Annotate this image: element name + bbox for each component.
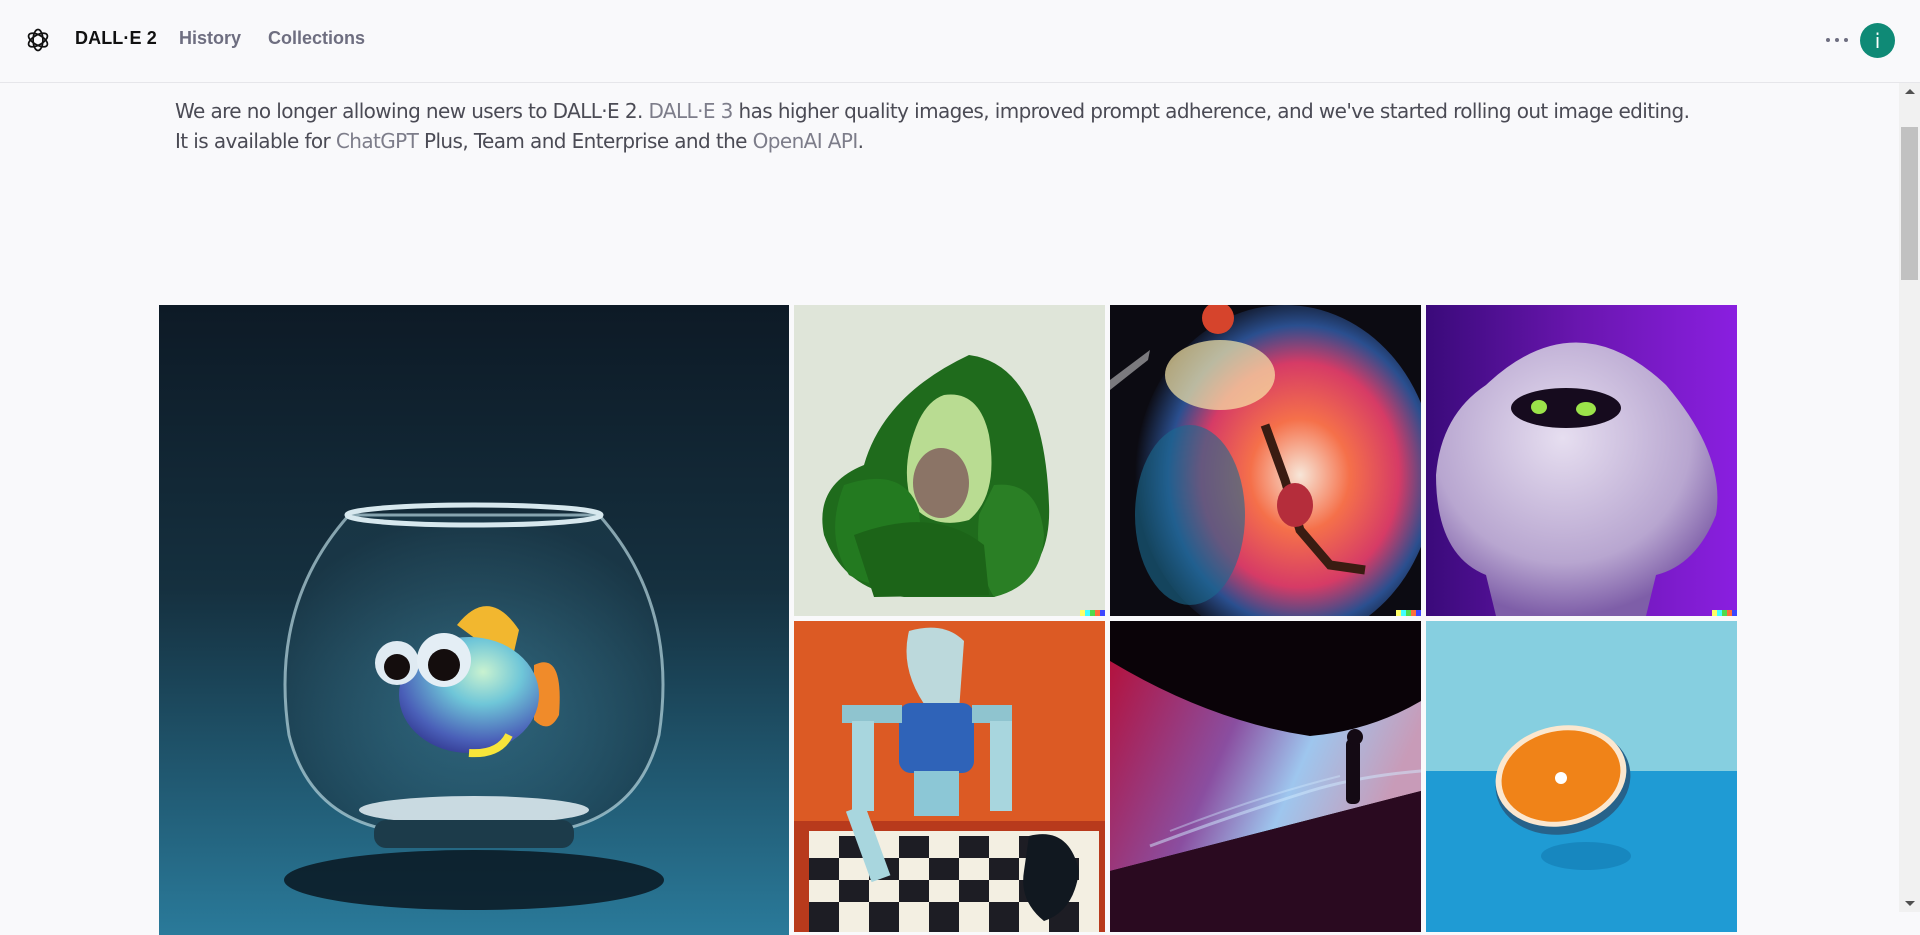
scroll-down-button[interactable] [1899,895,1920,912]
vertical-scrollbar[interactable] [1899,83,1920,912]
more-options-button[interactable] [1826,30,1848,50]
nav-history-link[interactable]: History [179,28,241,49]
scroll-up-button[interactable] [1899,83,1920,100]
more-dot [1835,38,1839,42]
avocado-chair-image [794,305,1105,616]
more-horizontal-icon [1826,38,1830,42]
gallery-image-fluffy-monster[interactable] [1426,305,1737,616]
gallery-image-avocado-chair[interactable] [794,305,1105,616]
chatgpt-link[interactable]: ChatGPT [336,129,419,153]
dalle-signature [1396,610,1421,616]
dalle-signature [1712,610,1737,616]
orange-image [1426,621,1737,932]
dalle-signature [1080,610,1105,616]
gallery-image-robot-chess[interactable] [794,621,1105,932]
notice-text: Plus, Team and Enterprise and the [418,129,753,153]
gallery-image-orange[interactable] [1426,621,1737,932]
dalle3-link[interactable]: DALL·E 3 [648,99,733,123]
neon-dunes-image [1110,621,1421,932]
top-navigation-bar: DALL·E 2 History Collections i [0,0,1920,83]
more-dot [1844,38,1848,42]
scroll-down-arrow-icon [1904,901,1915,906]
robot-chess-image [794,621,1105,932]
deprecation-notice: We are no longer allowing new users to D… [175,96,1695,156]
nebula-dunk-image [1110,305,1421,616]
gallery-image-neon-dunes[interactable] [1110,621,1421,932]
nav-collections-link[interactable]: Collections [268,28,365,49]
scroll-thumb[interactable] [1901,127,1918,280]
scroll-up-arrow-icon [1904,89,1915,94]
gallery-image-nebula-dunk[interactable] [1110,305,1421,616]
notice-text: . [857,129,864,153]
gallery-image-fishbowl[interactable] [159,305,789,935]
user-avatar[interactable]: i [1860,23,1895,58]
openai-api-link[interactable]: OpenAI API [753,129,859,153]
fluffy-monster-image [1426,305,1737,616]
notice-text: We are no longer allowing new users to D… [175,99,649,123]
fishbowl-image [159,305,789,935]
app-title-dalle2[interactable]: DALL·E 2 [75,28,157,49]
openai-logo-icon[interactable] [24,26,52,54]
